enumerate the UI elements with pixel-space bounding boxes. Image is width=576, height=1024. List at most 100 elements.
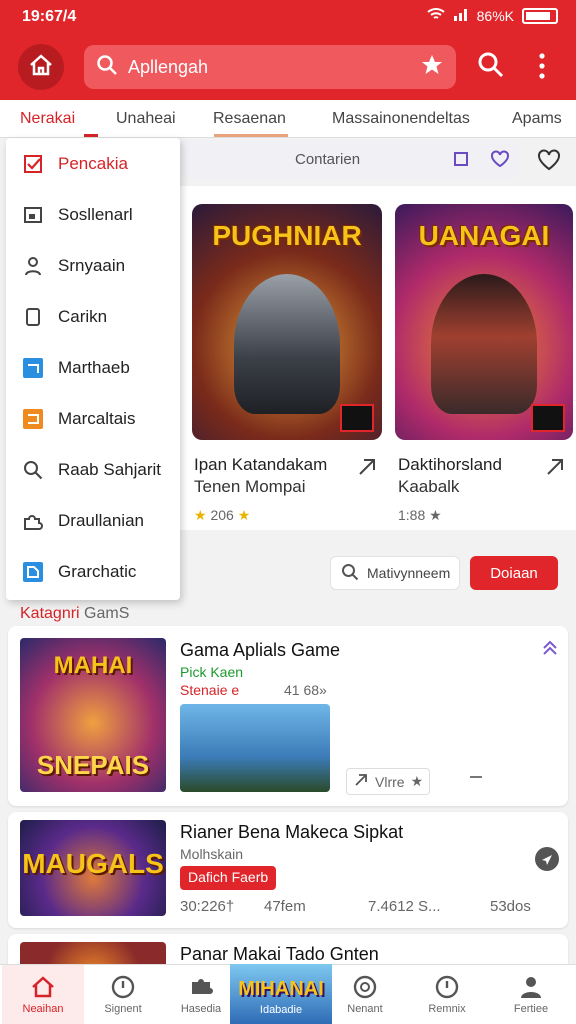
- heart-icon[interactable]: [490, 150, 510, 173]
- search-button[interactable]: [476, 50, 506, 85]
- battery-icon: [522, 7, 558, 24]
- bookmark-icon[interactable]: [452, 150, 470, 173]
- search-icon: [341, 563, 359, 584]
- menu-item-3[interactable]: Carikn: [6, 291, 180, 342]
- nav-item-home[interactable]: Neaihan: [2, 965, 84, 1024]
- game-thumbnail: MAHAI SNEPAIS: [20, 638, 166, 792]
- nav-item-profile[interactable]: Fertiee: [490, 965, 572, 1024]
- featured-game-card-0[interactable]: PUGHNIAR: [192, 204, 382, 440]
- status-bar: 19:67/4 86%K: [0, 0, 576, 34]
- category-pill[interactable]: Dafich Faerb: [180, 866, 277, 890]
- menu-item-2[interactable]: Srnyaain: [6, 240, 180, 291]
- status-time: 19:67/4: [22, 8, 77, 25]
- share-icon[interactable]: [534, 846, 560, 877]
- signal-icon: [453, 7, 469, 24]
- game-character: [431, 274, 537, 414]
- dash-icon: [470, 776, 482, 778]
- blue-square-icon: [22, 357, 44, 379]
- blue-folder-icon: [22, 561, 44, 583]
- game-developer: Molhskain: [180, 846, 244, 862]
- search-input[interactable]: Apllengah: [128, 57, 420, 78]
- game-thumbnail: MAUGALS: [20, 820, 166, 916]
- menu-item-5[interactable]: Marcaltais: [6, 393, 180, 444]
- chevron-up-icon[interactable]: [540, 638, 560, 663]
- star-icon[interactable]: [420, 53, 444, 82]
- status-icons: 86%K: [426, 7, 558, 24]
- favorite-icon[interactable]: [536, 148, 562, 177]
- search-icon: [22, 459, 44, 481]
- puzzle-icon: [187, 973, 215, 1001]
- active-tab-indicator: [84, 134, 98, 137]
- game-title: Gama Aplials Game: [180, 640, 341, 660]
- checkbox-icon: [22, 153, 44, 175]
- menu-item-0[interactable]: Pencakia: [6, 138, 180, 189]
- game-character: [234, 274, 340, 414]
- game-screenshot: [180, 704, 330, 792]
- featured-game-card-1[interactable]: UANAGAI: [395, 204, 573, 440]
- featured-info-0[interactable]: Ipan Katandakam Tenen Mompai ★ 206 ★: [194, 454, 327, 526]
- home-button[interactable]: [18, 44, 64, 90]
- game-developer: Pick Kaen: [180, 664, 244, 680]
- category-heading: Katagnri GamS: [20, 605, 130, 622]
- open-arrow-icon[interactable]: [544, 456, 566, 483]
- search-icon: [351, 973, 379, 1001]
- wifi-icon: [426, 7, 445, 24]
- featured-section: PUGHNIAR UANAGAI Ipan Katandakam Tenen M…: [180, 186, 576, 530]
- game-title: Ipan Katandakam: [194, 455, 328, 474]
- puzzle-icon: [22, 510, 44, 532]
- game-category: Stenaie e: [180, 682, 240, 698]
- game-banner-title: UANAGAI: [418, 220, 550, 251]
- sort-dropdown[interactable]: Mativynneem: [330, 556, 460, 590]
- app-bar: Apllengah: [0, 34, 576, 100]
- sort-label: Mativynneem: [367, 565, 451, 581]
- search-icon: [96, 54, 118, 81]
- clock-icon: [109, 973, 137, 1001]
- home-icon: [28, 53, 54, 82]
- list-item[interactable]: MAHAI SNEPAIS Gama Aplials Game Pick Kae…: [8, 626, 568, 806]
- menu-item-1[interactable]: Sosllenarl: [6, 189, 180, 240]
- menu-item-4[interactable]: Marthaeb: [6, 342, 180, 393]
- nav-item-signent[interactable]: Signent: [82, 965, 164, 1024]
- menu-item-6[interactable]: Raab Sahjarit: [6, 444, 180, 495]
- game-subtitle: Tenen Mompai: [194, 477, 306, 496]
- tab-4[interactable]: Apams: [512, 110, 562, 128]
- open-arrow-icon[interactable]: [356, 456, 378, 483]
- nav-item-remnix[interactable]: Remnix: [406, 965, 488, 1024]
- person-icon: [22, 255, 44, 277]
- clock-icon: [433, 973, 461, 1001]
- stat-2: 7.4612 S...: [368, 898, 441, 915]
- square-icon: [22, 306, 44, 328]
- filter-bar[interactable]: Contarien: [180, 140, 520, 178]
- tab-3[interactable]: Massainonendeltas: [332, 110, 470, 128]
- tab-2[interactable]: Resaenan: [213, 110, 286, 128]
- orange-square-icon: [22, 408, 44, 430]
- nav-item-nenant[interactable]: Nenant: [324, 965, 406, 1024]
- person-icon: [517, 973, 545, 1001]
- game-title: Rianer Bena Makeca Sipkat: [180, 822, 404, 842]
- stat-3: 53dos: [490, 898, 531, 915]
- arrow-icon: [353, 772, 369, 791]
- game-subtitle: Kaabalk: [398, 477, 460, 496]
- game-rating: ★ 206 ★: [194, 507, 251, 523]
- game-badge-icon: [340, 404, 374, 432]
- action-button[interactable]: Doiaan: [470, 556, 558, 590]
- game-badge-icon: [531, 404, 565, 432]
- game-banner-title: PUGHNIAR: [212, 220, 362, 251]
- battery-percent: 86%K: [476, 7, 514, 24]
- more-button[interactable]: Vlrre ★: [346, 768, 431, 795]
- menu-item-7[interactable]: Draullanian: [6, 495, 180, 546]
- list-item[interactable]: MAUGALS Rianer Bena Makeca Sipkat Molhsk…: [8, 812, 568, 928]
- search-bar[interactable]: Apllengah: [84, 45, 456, 89]
- more-menu-icon[interactable]: [534, 50, 550, 87]
- game-downloads: 41 68»: [284, 682, 327, 698]
- featured-info-1[interactable]: Daktihorsland Kaabalk 1:88 ★: [398, 454, 502, 526]
- tab-0[interactable]: Nerakai: [20, 110, 75, 128]
- menu-item-8[interactable]: Grarchatic: [6, 546, 180, 597]
- stat-0: 30:226†: [180, 898, 235, 915]
- tab-1[interactable]: Unaheai: [116, 110, 176, 128]
- tab-bar: Nerakai Unaheai Resaenan Massainonendelt…: [0, 100, 576, 138]
- nav-item-featured-game[interactable]: MIHANAI Idabadie: [230, 964, 332, 1024]
- image-frame-icon: [22, 204, 44, 226]
- filter-label: Contarien: [295, 151, 361, 168]
- game-rating: 1:88 ★: [398, 507, 442, 523]
